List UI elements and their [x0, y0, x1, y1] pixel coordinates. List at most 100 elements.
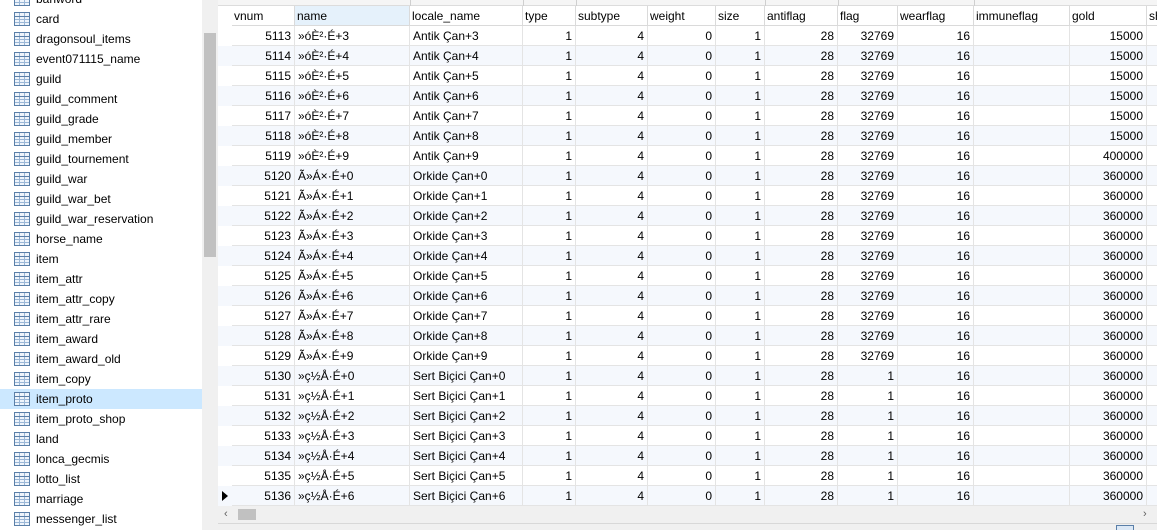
- cell-type[interactable]: 1: [523, 346, 576, 366]
- cell-wearflag[interactable]: 16: [898, 426, 974, 446]
- cell-type[interactable]: 1: [523, 446, 576, 466]
- cell-gold[interactable]: 360000: [1070, 446, 1147, 466]
- cell-sh[interactable]: [1147, 326, 1157, 346]
- cell-type[interactable]: 1: [523, 66, 576, 86]
- cell-name[interactable]: Ã»Á×·É+1: [295, 186, 410, 206]
- cell-subtype[interactable]: 4: [576, 66, 648, 86]
- cell-antiflag[interactable]: 28: [765, 46, 838, 66]
- cell-name[interactable]: »ç½Å·É+2: [295, 406, 410, 426]
- cell-weight[interactable]: 0: [648, 286, 716, 306]
- cell-size[interactable]: 1: [716, 166, 765, 186]
- table-row[interactable]: 5114 »óÈ²·É+4 Antik Çan+4 1 4 0 1 28 32769 16 1500…: [218, 46, 1157, 66]
- cell-type[interactable]: 1: [523, 406, 576, 426]
- cell-name[interactable]: Ã»Á×·É+2: [295, 206, 410, 226]
- cell-antiflag[interactable]: 28: [765, 266, 838, 286]
- cell-wearflag[interactable]: 16: [898, 106, 974, 126]
- cell-immuneflag[interactable]: [974, 186, 1070, 206]
- cell-name[interactable]: Ã»Á×·É+0: [295, 166, 410, 186]
- cell-vnum[interactable]: 5119: [232, 146, 295, 166]
- cell-type[interactable]: 1: [523, 426, 576, 446]
- cell-sh[interactable]: [1147, 166, 1157, 186]
- cell-vnum[interactable]: 5128: [232, 326, 295, 346]
- sidebar-item-banword[interactable]: banword: [0, 0, 202, 9]
- cell-vnum[interactable]: 5117: [232, 106, 295, 126]
- cell-antiflag[interactable]: 28: [765, 366, 838, 386]
- cell-antiflag[interactable]: 28: [765, 386, 838, 406]
- cell-weight[interactable]: 0: [648, 46, 716, 66]
- cell-locale_name[interactable]: Antik Çan+8: [410, 126, 523, 146]
- table-row[interactable]: 5127 Ã»Á×·É+7 Orkide Çan+7 1 4 0 1 28 32769 16 360…: [218, 306, 1157, 326]
- cell-immuneflag[interactable]: [974, 66, 1070, 86]
- cell-name[interactable]: Ã»Á×·É+6: [295, 286, 410, 306]
- cell-weight[interactable]: 0: [648, 226, 716, 246]
- cell-type[interactable]: 1: [523, 466, 576, 486]
- cell-subtype[interactable]: 4: [576, 206, 648, 226]
- cell-locale_name[interactable]: Sert Biçici Çan+5: [410, 466, 523, 486]
- cell-gold[interactable]: 360000: [1070, 486, 1147, 506]
- sidebar-item-event071115-name[interactable]: event071115_name: [0, 49, 202, 69]
- cell-size[interactable]: 1: [716, 66, 765, 86]
- cell-antiflag[interactable]: 28: [765, 146, 838, 166]
- cell-sh[interactable]: [1147, 226, 1157, 246]
- cell-vnum[interactable]: 5130: [232, 366, 295, 386]
- table-row[interactable]: 5119 »óÈ²·É+9 Antik Çan+9 1 4 0 1 28 32769 16 4000…: [218, 146, 1157, 166]
- cell-gold[interactable]: 360000: [1070, 466, 1147, 486]
- sidebar-item-item-proto-shop[interactable]: item_proto_shop: [0, 409, 202, 429]
- cell-gold[interactable]: 360000: [1070, 326, 1147, 346]
- cell-immuneflag[interactable]: [974, 86, 1070, 106]
- cell-vnum[interactable]: 5115: [232, 66, 295, 86]
- table-row[interactable]: 5122 Ã»Á×·É+2 Orkide Çan+2 1 4 0 1 28 32769 16 360…: [218, 206, 1157, 226]
- cell-wearflag[interactable]: 16: [898, 226, 974, 246]
- cell-name[interactable]: »ç½Å·É+1: [295, 386, 410, 406]
- cell-name[interactable]: Ã»Á×·É+9: [295, 346, 410, 366]
- cell-weight[interactable]: 0: [648, 146, 716, 166]
- horizontal-scroll-thumb[interactable]: [238, 509, 256, 520]
- cell-subtype[interactable]: 4: [576, 186, 648, 206]
- cell-gold[interactable]: 360000: [1070, 186, 1147, 206]
- cell-antiflag[interactable]: 28: [765, 286, 838, 306]
- cell-type[interactable]: 1: [523, 46, 576, 66]
- cell-wearflag[interactable]: 16: [898, 166, 974, 186]
- cell-locale_name[interactable]: Sert Biçici Çan+4: [410, 446, 523, 466]
- cell-antiflag[interactable]: 28: [765, 166, 838, 186]
- cell-gold[interactable]: 15000: [1070, 106, 1147, 126]
- cell-flag[interactable]: 32769: [838, 106, 898, 126]
- cell-weight[interactable]: 0: [648, 306, 716, 326]
- cell-name[interactable]: Ã»Á×·É+5: [295, 266, 410, 286]
- cell-flag[interactable]: 32769: [838, 306, 898, 326]
- cell-antiflag[interactable]: 28: [765, 206, 838, 226]
- cell-wearflag[interactable]: 16: [898, 26, 974, 46]
- cell-size[interactable]: 1: [716, 86, 765, 106]
- sidebar-scroll-thumb[interactable]: [204, 33, 216, 257]
- cell-sh[interactable]: [1147, 366, 1157, 386]
- cell-type[interactable]: 1: [523, 266, 576, 286]
- cell-weight[interactable]: 0: [648, 446, 716, 466]
- cell-gold[interactable]: 15000: [1070, 46, 1147, 66]
- cell-gold[interactable]: 360000: [1070, 426, 1147, 446]
- cell-locale_name[interactable]: Antik Çan+4: [410, 46, 523, 66]
- cell-weight[interactable]: 0: [648, 66, 716, 86]
- cell-size[interactable]: 1: [716, 306, 765, 326]
- cell-immuneflag[interactable]: [974, 26, 1070, 46]
- cell-immuneflag[interactable]: [974, 206, 1070, 226]
- cell-flag[interactable]: 32769: [838, 166, 898, 186]
- cell-vnum[interactable]: 5113: [232, 26, 295, 46]
- cell-name[interactable]: »óÈ²·É+9: [295, 146, 410, 166]
- scroll-left-icon[interactable]: ‹: [224, 508, 228, 520]
- cell-immuneflag[interactable]: [974, 106, 1070, 126]
- sidebar-item-marriage[interactable]: marriage: [0, 489, 202, 509]
- cell-locale_name[interactable]: Sert Biçici Çan+2: [410, 406, 523, 426]
- cell-vnum[interactable]: 5133: [232, 426, 295, 446]
- column-header-weight[interactable]: weight: [648, 6, 716, 26]
- cell-size[interactable]: 1: [716, 406, 765, 426]
- cell-wearflag[interactable]: 16: [898, 306, 974, 326]
- cell-immuneflag[interactable]: [974, 486, 1070, 506]
- cell-wearflag[interactable]: 16: [898, 466, 974, 486]
- cell-wearflag[interactable]: 16: [898, 126, 974, 146]
- cell-wearflag[interactable]: 16: [898, 86, 974, 106]
- table-row[interactable]: 5117 »óÈ²·É+7 Antik Çan+7 1 4 0 1 28 32769 16 1500…: [218, 106, 1157, 126]
- cell-vnum[interactable]: 5121: [232, 186, 295, 206]
- cell-vnum[interactable]: 5131: [232, 386, 295, 406]
- cell-immuneflag[interactable]: [974, 46, 1070, 66]
- cell-sh[interactable]: [1147, 486, 1157, 506]
